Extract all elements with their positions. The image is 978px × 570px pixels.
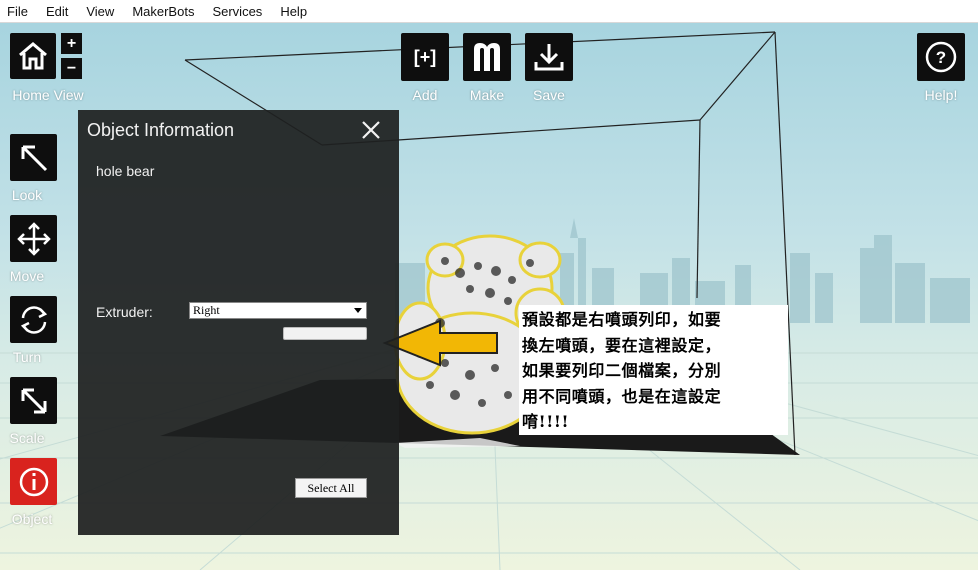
look-button[interactable] bbox=[10, 134, 57, 181]
help-label: Help! bbox=[924, 87, 958, 103]
help-icon: ? bbox=[925, 41, 957, 73]
annotation-note: 預設都是右噴頭列印，如要 換左噴頭，要在這裡設定， 如果要列印二個檔案，分別 用… bbox=[519, 305, 788, 435]
extruder-label: Extruder: bbox=[96, 304, 153, 320]
close-icon bbox=[362, 121, 380, 139]
dropdown-arrow-icon bbox=[354, 308, 362, 313]
home-view-label: Home View bbox=[12, 87, 84, 103]
menu-file[interactable]: File bbox=[0, 4, 37, 19]
add-button[interactable]: [+] bbox=[401, 33, 449, 81]
zoom-out-button[interactable]: − bbox=[61, 58, 82, 79]
menu-edit[interactable]: Edit bbox=[37, 4, 77, 19]
home-view-button[interactable] bbox=[10, 33, 56, 79]
menu-help[interactable]: Help bbox=[271, 4, 316, 19]
select-all-button[interactable]: Select All bbox=[295, 478, 367, 498]
makerbot-m-icon bbox=[474, 43, 500, 71]
add-icon: [+] bbox=[413, 46, 437, 67]
extruder-secondary-field[interactable] bbox=[283, 327, 367, 340]
make-label: Make bbox=[469, 87, 505, 103]
extruder-select[interactable]: Right bbox=[189, 302, 367, 319]
make-button[interactable] bbox=[463, 33, 511, 81]
add-label: Add bbox=[412, 87, 438, 103]
scale-button[interactable] bbox=[10, 377, 57, 424]
move-button[interactable] bbox=[10, 215, 57, 262]
move-label: Move bbox=[9, 268, 45, 284]
object-name: hole bear bbox=[96, 163, 155, 179]
object-label: Object bbox=[11, 511, 53, 527]
menu-services[interactable]: Services bbox=[203, 4, 271, 19]
scale-label: Scale bbox=[9, 430, 45, 446]
turn-button[interactable] bbox=[10, 296, 57, 343]
look-label: Look bbox=[11, 187, 43, 203]
help-button[interactable]: ? bbox=[917, 33, 965, 81]
object-button[interactable] bbox=[10, 458, 57, 505]
menu-bar: File Edit View MakerBots Services Help bbox=[0, 0, 978, 23]
look-arrow-icon bbox=[21, 145, 47, 171]
object-information-panel: Object Information hole bear Extruder: R… bbox=[78, 110, 399, 535]
save-button[interactable] bbox=[525, 33, 573, 81]
home-icon bbox=[19, 42, 47, 70]
save-label: Save bbox=[533, 87, 565, 103]
info-icon bbox=[19, 467, 48, 496]
move-arrows-icon bbox=[16, 221, 51, 256]
menu-makerbots[interactable]: MakerBots bbox=[123, 4, 203, 19]
close-button[interactable] bbox=[360, 119, 382, 141]
extruder-selected-value: Right bbox=[193, 303, 220, 317]
scale-arrow-icon bbox=[21, 388, 46, 413]
zoom-in-button[interactable]: + bbox=[61, 33, 82, 54]
svg-text:?: ? bbox=[936, 48, 946, 67]
turn-label: Turn bbox=[12, 349, 42, 365]
turn-rotate-icon bbox=[20, 305, 47, 334]
panel-title: Object Information bbox=[87, 120, 235, 140]
menu-view[interactable]: View bbox=[77, 4, 123, 19]
download-icon bbox=[534, 44, 564, 71]
